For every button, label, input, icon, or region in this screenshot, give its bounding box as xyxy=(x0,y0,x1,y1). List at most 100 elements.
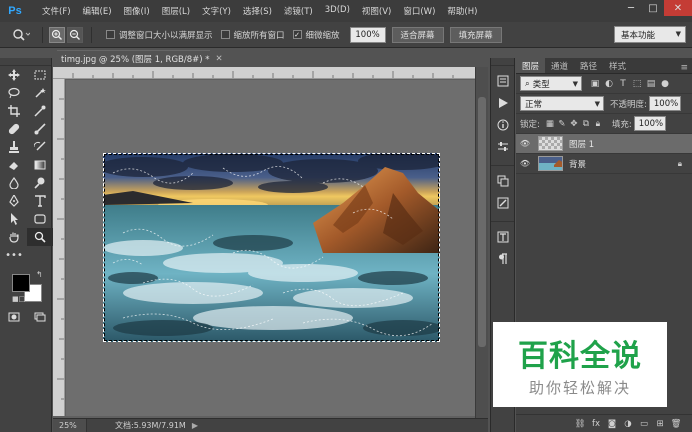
panel-grip[interactable] xyxy=(0,58,51,66)
layer-style-icon[interactable]: fx xyxy=(588,419,604,429)
default-colors-icon[interactable]: ■□ xyxy=(12,295,25,303)
checkbox-checked[interactable]: ✓ xyxy=(292,30,302,39)
type-tool[interactable] xyxy=(27,192,53,210)
workspace-select[interactable]: 基本功能 ▼ xyxy=(614,26,686,43)
tool-preset-picker[interactable] xyxy=(6,25,36,45)
blend-mode-select[interactable]: 正常 ▼ xyxy=(520,96,604,111)
link-layers-icon[interactable]: ⛓ xyxy=(572,419,588,429)
actions-panel-button[interactable] xyxy=(491,92,515,114)
layer-row-background[interactable]: 👁︎ 背景 🔒︎ xyxy=(516,154,692,174)
properties-panel-button[interactable] xyxy=(491,114,515,136)
menu-type[interactable]: 文字(Y) xyxy=(196,5,237,17)
quick-select-tool[interactable] xyxy=(27,84,53,102)
close-button[interactable]: ✕ xyxy=(664,0,692,16)
document-size-info[interactable]: 文档:5.93M/7.91M xyxy=(115,420,186,431)
screen-mode-button[interactable] xyxy=(27,308,53,326)
scrubby-zoom-checkbox[interactable]: ✓ 细微缩放 xyxy=(292,29,340,41)
adjustment-filter-icon[interactable]: ◐ xyxy=(602,79,616,89)
maximize-button[interactable]: □ xyxy=(642,0,664,16)
brush-presets-panel-button[interactable] xyxy=(491,192,515,214)
layer-row-layer1[interactable]: 👁︎ 图层 1 xyxy=(516,134,692,154)
menu-3d[interactable]: 3D(D) xyxy=(319,5,356,17)
move-tool[interactable] xyxy=(1,66,27,84)
quick-mask-button[interactable] xyxy=(1,308,27,326)
eye-icon[interactable]: 👁︎ xyxy=(516,159,534,168)
lock-all-icon[interactable]: 🔒︎ xyxy=(592,119,604,129)
blur-tool[interactable] xyxy=(1,174,27,192)
lock-pixels-icon[interactable]: ✎ xyxy=(556,119,568,129)
new-layer-icon[interactable]: ⊞ xyxy=(652,419,668,429)
shape-filter-icon[interactable]: ⬚ xyxy=(630,79,644,89)
zoom-all-windows-checkbox[interactable]: 缩放所有窗口 xyxy=(220,29,285,41)
menu-file[interactable]: 文件(F) xyxy=(36,5,77,17)
new-adjustment-icon[interactable]: ◑ xyxy=(620,419,636,429)
panel-menu-icon[interactable]: ≡ xyxy=(680,63,688,73)
path-select-tool[interactable] xyxy=(1,210,27,228)
hand-tool[interactable] xyxy=(1,228,27,246)
status-menu-arrow-icon[interactable]: ▶ xyxy=(192,421,198,430)
tab-channels[interactable]: 通道 xyxy=(545,58,574,73)
menu-filter[interactable]: 滤镜(T) xyxy=(278,5,319,17)
marquee-tool[interactable] xyxy=(27,66,53,84)
more-tools[interactable]: ••• xyxy=(1,246,27,264)
tab-layers[interactable]: 图层 xyxy=(516,58,546,73)
menu-select[interactable]: 选择(S) xyxy=(237,5,278,17)
clone-source-panel-button[interactable] xyxy=(491,170,515,192)
document-image[interactable] xyxy=(103,153,440,342)
lock-artboard-icon[interactable]: ⧉ xyxy=(580,119,592,129)
resize-window-checkbox[interactable]: 调整窗口大小以满屏显示 xyxy=(106,29,213,41)
healing-brush-tool[interactable] xyxy=(1,120,27,138)
checkbox-box[interactable] xyxy=(220,30,230,39)
menu-view[interactable]: 视图(V) xyxy=(356,5,397,17)
filter-toggle-icon[interactable]: ● xyxy=(658,79,672,89)
zoom-100-button[interactable]: 100% xyxy=(349,26,386,43)
eraser-tool[interactable] xyxy=(1,156,27,174)
brush-tool[interactable] xyxy=(27,120,53,138)
add-mask-icon[interactable]: ◙ xyxy=(604,419,620,429)
gradient-tool[interactable] xyxy=(27,156,53,174)
smart-object-filter-icon[interactable]: ▤ xyxy=(644,79,658,89)
menu-window[interactable]: 窗口(W) xyxy=(397,5,441,17)
zoom-tool[interactable] xyxy=(27,228,53,246)
layer-name[interactable]: 图层 1 xyxy=(569,138,594,150)
opacity-input[interactable]: 100% xyxy=(648,96,681,111)
type-filter-icon[interactable]: T xyxy=(616,79,630,89)
foreground-color[interactable] xyxy=(12,274,30,292)
minimize-button[interactable]: ─ xyxy=(620,0,642,16)
lock-position-icon[interactable]: ✥ xyxy=(568,119,580,129)
tab-styles[interactable]: 样式 xyxy=(603,58,632,73)
checkbox-box[interactable] xyxy=(106,30,115,39)
zoom-level-field[interactable]: 25% xyxy=(53,418,87,432)
menu-layer[interactable]: 图层(L) xyxy=(156,5,196,17)
eyedropper-tool[interactable] xyxy=(27,102,53,120)
fit-screen-button[interactable]: 适合屏幕 xyxy=(391,26,444,43)
zoom-out-button[interactable] xyxy=(67,26,83,43)
eye-icon[interactable]: 👁︎ xyxy=(516,139,534,148)
menu-edit[interactable]: 编辑(E) xyxy=(77,5,118,17)
tab-paths[interactable]: 路径 xyxy=(574,58,603,73)
layer-name[interactable]: 背景 xyxy=(569,158,586,170)
vertical-scrollbar[interactable] xyxy=(475,67,488,418)
pixel-filter-icon[interactable]: ▣ xyxy=(588,79,602,89)
pen-tool[interactable] xyxy=(1,192,27,210)
fill-screen-button[interactable]: 填充屏幕 xyxy=(449,26,502,43)
scrollbar-thumb[interactable] xyxy=(478,97,486,347)
shape-tool[interactable] xyxy=(27,210,53,228)
menu-help[interactable]: 帮助(H) xyxy=(441,5,483,17)
dodge-tool[interactable] xyxy=(27,174,53,192)
history-panel-button[interactable] xyxy=(491,70,515,92)
history-brush-tool[interactable] xyxy=(27,138,53,156)
clone-stamp-tool[interactable] xyxy=(1,138,27,156)
character-panel-button[interactable] xyxy=(491,226,515,248)
paragraph-panel-button[interactable] xyxy=(491,248,515,270)
panel-grip[interactable] xyxy=(491,58,514,66)
close-tab-icon[interactable]: ✕ xyxy=(216,54,223,64)
lock-transparency-icon[interactable]: ▦ xyxy=(544,119,556,129)
new-group-icon[interactable]: ▭ xyxy=(636,419,652,429)
lasso-tool[interactable] xyxy=(1,84,27,102)
zoom-in-button[interactable] xyxy=(49,26,65,43)
swap-colors-icon[interactable]: ↰ xyxy=(36,270,43,279)
delete-layer-icon[interactable]: 🗑︎ xyxy=(668,419,684,429)
crop-tool[interactable] xyxy=(1,102,27,120)
menu-image[interactable]: 图像(I) xyxy=(118,5,156,17)
